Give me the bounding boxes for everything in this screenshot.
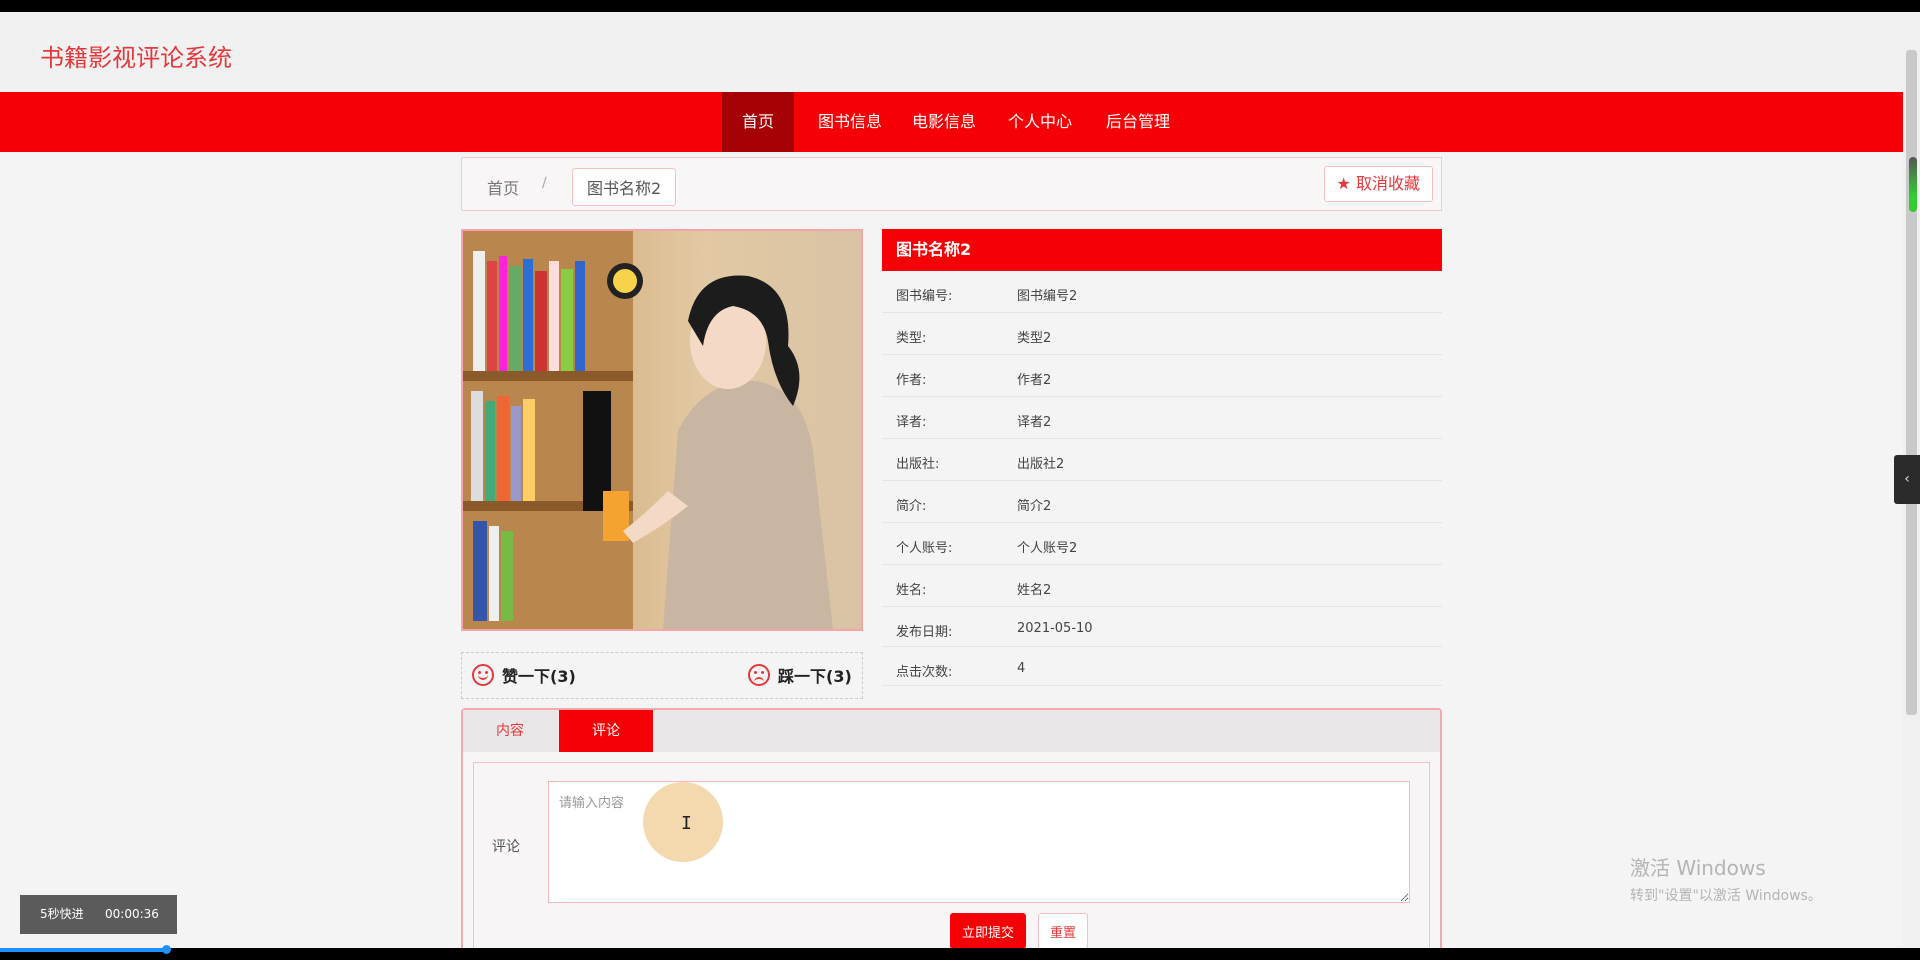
site-header: 书籍影视评论系统 bbox=[0, 12, 1903, 92]
detail-key: 个人账号: bbox=[896, 541, 953, 556]
nav-item-home[interactable]: 首页 bbox=[722, 92, 794, 152]
video-player-controls: 5秒快进 00:00:36 bbox=[20, 895, 177, 934]
nav-item-books[interactable]: 图书信息 bbox=[810, 92, 890, 152]
unfavorite-button[interactable]: ★ 取消收藏 bbox=[1323, 166, 1433, 202]
detail-row: 姓名: 姓名2 bbox=[882, 565, 1442, 607]
detail-value: 出版社2 bbox=[1017, 457, 1065, 472]
watermark-line2: 转到"设置"以激活 Windows。 bbox=[1630, 888, 1822, 904]
tab-comment[interactable]: 评论 bbox=[559, 710, 653, 752]
detail-key: 出版社: bbox=[896, 457, 940, 472]
reset-button[interactable]: 重置 bbox=[1038, 913, 1088, 949]
video-progress-handle[interactable] bbox=[162, 945, 171, 954]
windows-activation-watermark: 激活 Windows 转到"设置"以激活 Windows。 bbox=[1630, 852, 1822, 905]
bottom-border bbox=[0, 948, 1920, 960]
submit-button[interactable]: 立即提交 bbox=[950, 913, 1026, 949]
scrollbar-thumb[interactable] bbox=[1906, 50, 1917, 715]
tab-bar: 内容 评论 bbox=[463, 710, 1440, 752]
dislike-label: 踩一下(3) bbox=[778, 667, 852, 686]
content-comment-panel: 内容 评论 评论 立即提交 重置 bbox=[461, 708, 1442, 960]
nav-item-admin[interactable]: 后台管理 bbox=[1098, 92, 1178, 152]
detail-table: 图书编号: 图书编号2 类型: 类型2 作者: 作者2 译者: 译者2 出版社: 出版社2… bbox=[882, 271, 1442, 686]
video-progress-bar[interactable] bbox=[0, 948, 170, 952]
site-logo[interactable]: 书籍影视评论系统 bbox=[40, 38, 232, 73]
detail-key: 译者: bbox=[896, 415, 927, 430]
like-button[interactable]: 赞一下(3) bbox=[472, 663, 576, 687]
nav-item-movies[interactable]: 电影信息 bbox=[904, 92, 984, 152]
star-icon: ★ bbox=[1336, 174, 1351, 193]
detail-row: 类型: 类型2 bbox=[882, 313, 1442, 355]
scroll-indicator bbox=[1909, 157, 1917, 212]
detail-row: 作者: 作者2 bbox=[882, 355, 1442, 397]
detail-value: 2021-05-10 bbox=[1017, 621, 1093, 636]
chevron-left-icon: ‹ bbox=[1904, 471, 1910, 487]
detail-value: 译者2 bbox=[1017, 415, 1052, 430]
unfavorite-label: 取消收藏 bbox=[1355, 174, 1420, 193]
vote-panel: 赞一下(3) 踩一下(3) bbox=[461, 652, 863, 699]
detail-value: 类型2 bbox=[1017, 331, 1052, 346]
like-label: 赞一下(3) bbox=[502, 667, 576, 686]
comment-form: 评论 立即提交 重置 bbox=[473, 762, 1430, 960]
detail-title: 图书名称2 bbox=[882, 229, 1442, 271]
detail-row: 发布日期: 2021-05-10 bbox=[882, 607, 1442, 647]
main-nav: 首页 图书信息 电影信息 个人中心 后台管理 bbox=[0, 92, 1903, 152]
text-cursor-icon: I bbox=[681, 813, 692, 834]
detail-key: 点击次数: bbox=[896, 665, 953, 680]
breadcrumb-current: 图书名称2 bbox=[572, 168, 677, 206]
breadcrumb-home[interactable]: 首页 bbox=[487, 175, 519, 199]
watermark-line1: 激活 Windows bbox=[1630, 856, 1766, 880]
smile-icon bbox=[472, 664, 494, 686]
comment-label: 评论 bbox=[492, 839, 520, 855]
nav-item-personal-center[interactable]: 个人中心 bbox=[1000, 92, 1080, 152]
detail-value: 个人账号2 bbox=[1017, 541, 1078, 556]
detail-value: 4 bbox=[1017, 661, 1026, 676]
dislike-button[interactable]: 踩一下(3) bbox=[748, 663, 852, 687]
detail-key: 发布日期: bbox=[896, 625, 953, 640]
frown-icon bbox=[748, 664, 770, 686]
detail-value: 图书编号2 bbox=[1017, 289, 1078, 304]
detail-key: 作者: bbox=[896, 373, 927, 388]
detail-row: 点击次数: 4 bbox=[882, 647, 1442, 686]
book-cover-image bbox=[461, 229, 863, 631]
fast-forward-button[interactable]: 5秒快进 bbox=[40, 895, 84, 934]
book-cover-illustration bbox=[463, 231, 861, 629]
tab-content[interactable]: 内容 bbox=[463, 710, 557, 752]
detail-key: 简介: bbox=[896, 499, 927, 514]
detail-value: 姓名2 bbox=[1017, 583, 1052, 598]
side-panel-toggle[interactable]: ‹ bbox=[1894, 455, 1920, 504]
detail-row: 个人账号: 个人账号2 bbox=[882, 523, 1442, 565]
breadcrumb-separator: / bbox=[542, 175, 547, 191]
detail-row: 译者: 译者2 bbox=[882, 397, 1442, 439]
detail-row: 图书编号: 图书编号2 bbox=[882, 271, 1442, 313]
top-border bbox=[0, 0, 1920, 12]
detail-key: 类型: bbox=[896, 331, 927, 346]
detail-row: 简介: 简介2 bbox=[882, 481, 1442, 523]
detail-key: 图书编号: bbox=[896, 289, 953, 304]
breadcrumb: 首页 / 图书名称2 ★ 取消收藏 bbox=[461, 157, 1442, 211]
detail-value: 简介2 bbox=[1017, 499, 1052, 514]
detail-value: 作者2 bbox=[1017, 373, 1052, 388]
detail-row: 出版社: 出版社2 bbox=[882, 439, 1442, 481]
detail-key: 姓名: bbox=[896, 583, 927, 598]
playback-time: 00:00:36 bbox=[105, 907, 159, 921]
